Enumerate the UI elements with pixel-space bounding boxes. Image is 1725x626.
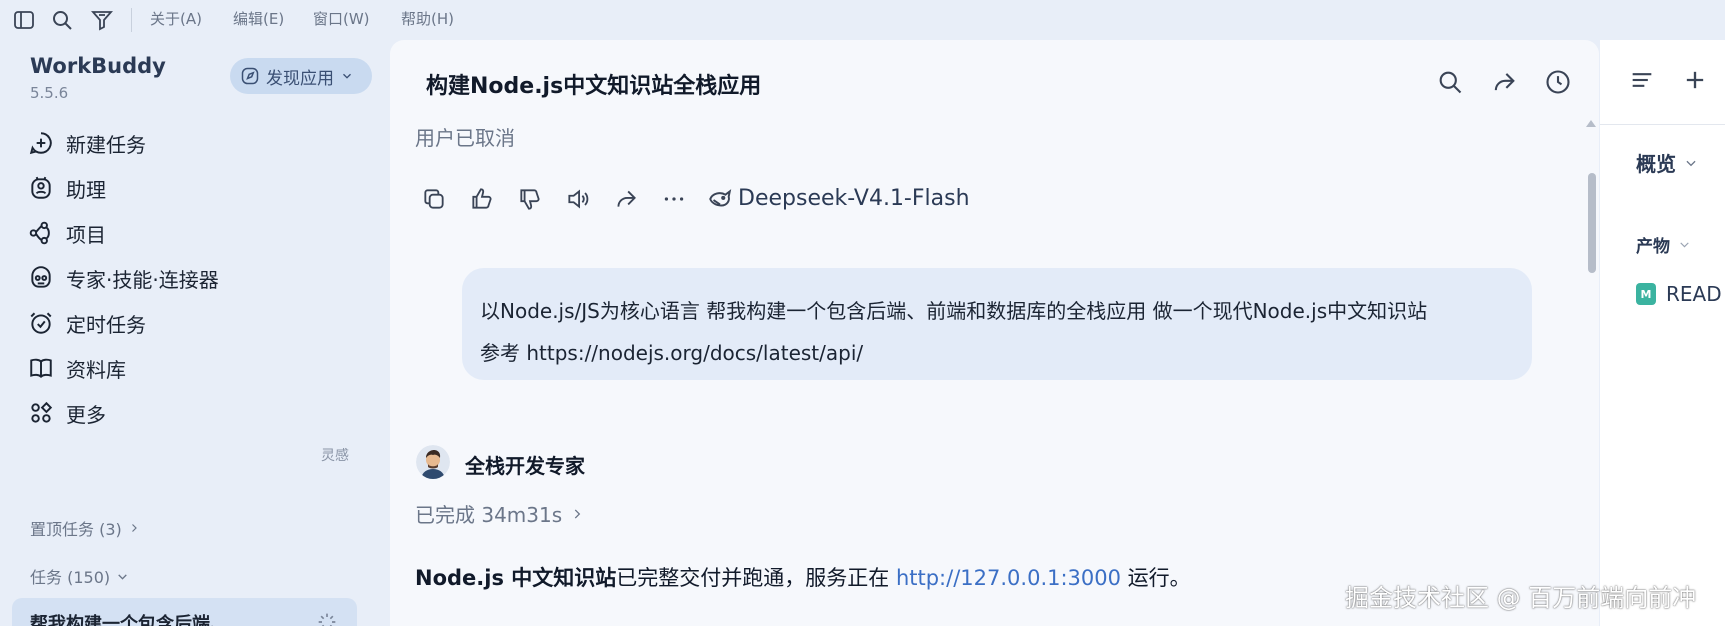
result-text-end: 运行。 <box>1121 566 1191 590</box>
result-text: 已完整交付并跑通，服务正在 <box>616 566 896 590</box>
menu-window[interactable]: 窗口(W) <box>313 9 370 29</box>
chat-title: 构建Node.js中文知识站全栈应用 <box>426 74 762 99</box>
result-bold: Node.js 中文知识站 <box>415 566 617 590</box>
app-version: 5.5.6 <box>30 84 69 102</box>
nav-label: 资料库 <box>66 357 126 382</box>
right-panel: 概览 产物 M READ <box>1600 40 1725 626</box>
artifact-file-item[interactable]: M READ <box>1636 282 1722 306</box>
copy-icon[interactable] <box>421 186 447 212</box>
overview-label: 概览 <box>1636 152 1676 176</box>
task-status-label: 已完成 34m31s <box>415 503 563 527</box>
watermark: 掘金技术社区 @ 百万前端向前冲 <box>1345 584 1697 612</box>
filter-icon[interactable] <box>90 8 114 32</box>
chevron-down-icon <box>116 570 129 583</box>
nav-library[interactable]: 资料库 <box>28 352 126 384</box>
chevron-down-icon <box>1678 238 1691 251</box>
tasks-label: 任务 (150) <box>30 568 111 587</box>
app-name: WorkBuddy <box>30 54 166 78</box>
menu-edit[interactable]: 编辑(E) <box>233 9 284 29</box>
overview-section-header[interactable]: 概览 <box>1636 148 1698 177</box>
artifacts-label: 产物 <box>1636 237 1670 257</box>
outline-list-icon[interactable] <box>1628 66 1656 94</box>
model-name[interactable]: Deepseek-V4.1-Flash <box>738 186 970 211</box>
markdown-file-icon: M <box>1636 283 1656 305</box>
top-menu-bar: 关于(A) 编辑(E) 窗口(W) 帮助(H) <box>0 0 1725 40</box>
chevron-down-icon <box>1684 156 1698 170</box>
sidebar-toggle-icon[interactable] <box>12 8 36 32</box>
nav-project[interactable]: 项目 <box>28 217 106 249</box>
scroll-up-arrow[interactable] <box>1586 120 1596 127</box>
chevron-right-icon <box>128 522 140 534</box>
user-message-line: 以Node.js/JS为核心语言 帮我构建一个包含后端、前端和数据库的全栈应用 … <box>480 299 1428 323</box>
history-icon[interactable] <box>1544 68 1572 96</box>
nav-scheduled-tasks[interactable]: 定时任务 <box>28 307 146 339</box>
loading-spinner-icon <box>317 612 337 626</box>
chevron-right-icon <box>570 507 584 521</box>
user-message-line: 参考 https://nodejs.org/docs/latest/api/ <box>480 341 864 365</box>
panel-divider <box>1600 124 1725 125</box>
share-icon[interactable] <box>613 186 639 212</box>
nav-label: 项目 <box>66 222 106 247</box>
tasks-header[interactable]: 任务 (150) <box>30 564 129 588</box>
pinned-tasks-label: 置顶任务 (3) <box>30 520 122 539</box>
sidebar: WorkBuddy 5.5.6 发现应用 新建任务 助理 项目 专家·技能·连接… <box>0 40 390 626</box>
menu-about[interactable]: 关于(A) <box>150 9 202 29</box>
nav-label: 更多 <box>66 402 106 427</box>
menu-divider <box>131 8 132 32</box>
nav-label: 新建任务 <box>66 132 146 157</box>
chevron-down-icon <box>340 69 354 83</box>
menu-help[interactable]: 帮助(H) <box>401 9 454 29</box>
inspiration-tag[interactable]: 灵感 <box>321 445 349 465</box>
nav-assistant[interactable]: 助理 <box>28 172 106 204</box>
cancelled-status: 用户已取消 <box>415 126 515 150</box>
agent-result-text: Node.js 中文知识站已完整交付并跑通，服务正在 http://127.0.… <box>415 562 1191 592</box>
search-icon[interactable] <box>1436 68 1464 96</box>
discover-apps-label: 发现应用 <box>266 68 334 89</box>
nav-label: 助理 <box>66 177 106 202</box>
thumbs-down-icon[interactable] <box>517 186 543 212</box>
alarm-icon <box>28 310 54 336</box>
agent-avatar <box>416 445 450 479</box>
nav-experts[interactable]: 专家·技能·连接器 <box>28 262 219 294</box>
artifact-file-name: READ <box>1666 282 1722 306</box>
user-message-bubble: 以Node.js/JS为核心语言 帮我构建一个包含后端、前端和数据库的全栈应用 … <box>462 268 1532 380</box>
share-icon[interactable] <box>1490 68 1518 96</box>
library-icon <box>28 355 54 381</box>
compass-icon <box>240 66 260 86</box>
more-icon[interactable] <box>661 186 687 212</box>
discover-apps-button[interactable]: 发现应用 <box>230 58 372 94</box>
scrollbar-thumb[interactable] <box>1588 173 1596 273</box>
whale-model-icon <box>707 186 733 212</box>
chat-panel: 构建Node.js中文知识站全栈应用 用户已取消 Deepseek-V4.1-F… <box>390 40 1599 626</box>
thumbs-up-icon[interactable] <box>469 186 495 212</box>
agent-name: 全栈开发专家 <box>465 454 585 478</box>
pinned-tasks-header[interactable]: 置顶任务 (3) <box>30 516 140 540</box>
experts-icon <box>28 265 54 291</box>
artifacts-section-header[interactable]: 产物 <box>1636 232 1691 257</box>
more-apps-icon <box>28 400 54 426</box>
search-icon[interactable] <box>50 8 74 32</box>
new-task-icon <box>28 130 54 156</box>
plus-icon[interactable] <box>1681 66 1709 94</box>
project-icon <box>28 220 54 246</box>
assistant-icon <box>28 175 54 201</box>
speaker-icon[interactable] <box>565 186 591 212</box>
nav-label: 专家·技能·连接器 <box>66 267 219 292</box>
task-title: 帮我构建一个包含后端、 <box>30 614 228 626</box>
nav-new-task[interactable]: 新建任务 <box>28 127 146 159</box>
task-list-item-active[interactable]: 帮我构建一个包含后端、 <box>12 598 357 626</box>
task-status[interactable]: 已完成 34m31s <box>415 499 584 528</box>
nav-more[interactable]: 更多 <box>28 397 106 429</box>
localhost-link[interactable]: http://127.0.0.1:3000 <box>896 566 1121 590</box>
nav-label: 定时任务 <box>66 312 146 337</box>
